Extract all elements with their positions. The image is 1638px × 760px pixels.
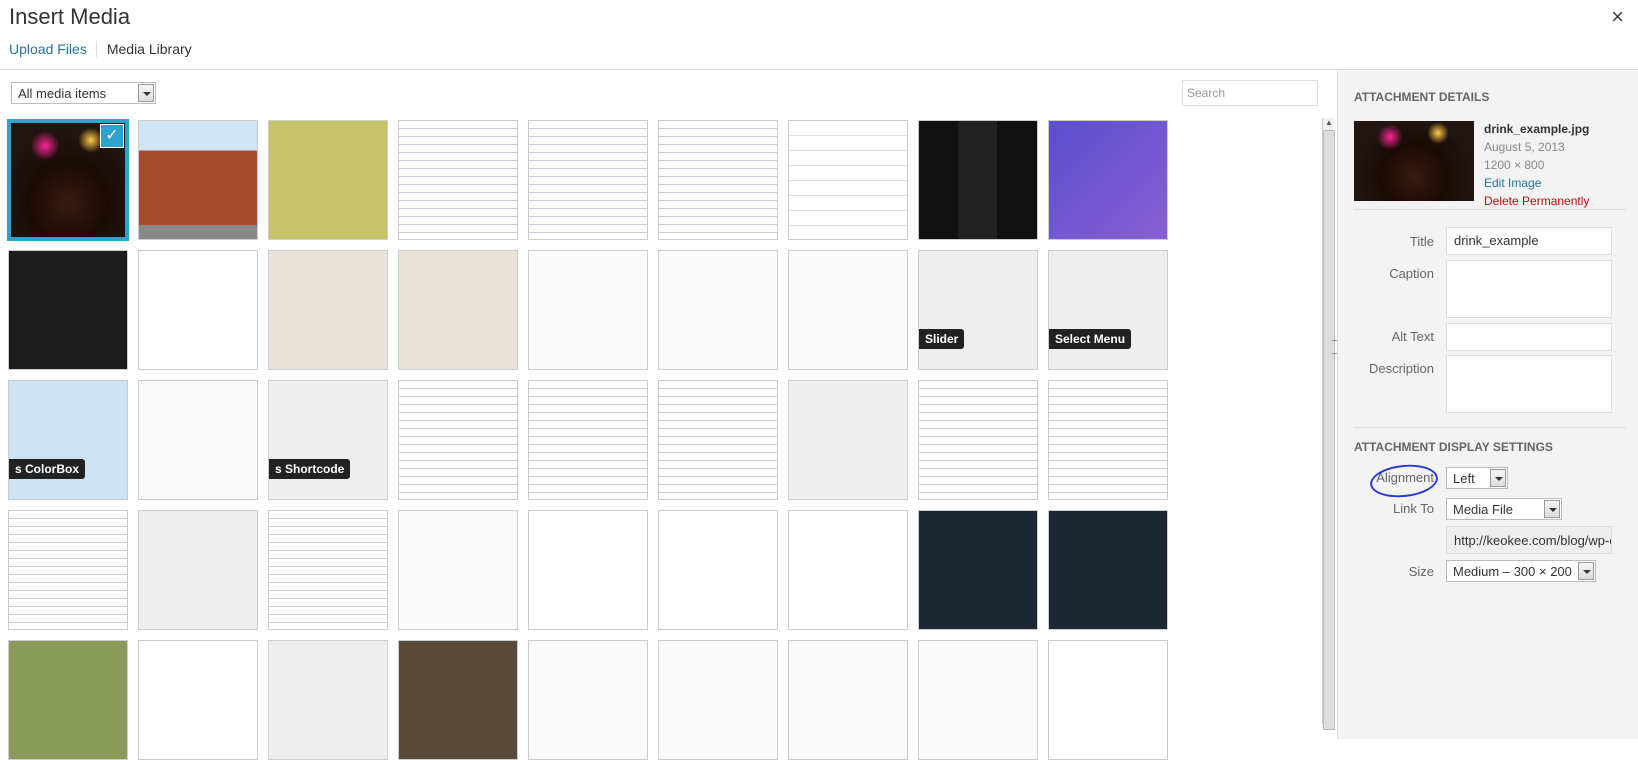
scroll-up-icon[interactable]: ▲ bbox=[1323, 118, 1335, 130]
attachment-thumbnail[interactable] bbox=[1048, 510, 1168, 630]
attachment-thumbnail[interactable] bbox=[918, 380, 1038, 500]
divider bbox=[1354, 209, 1626, 210]
attachment-thumbnail[interactable] bbox=[658, 120, 778, 240]
attachment-thumbnail[interactable] bbox=[398, 250, 518, 370]
attachment-thumbnail[interactable] bbox=[788, 120, 908, 240]
upload-date: August 5, 2013 bbox=[1484, 140, 1565, 154]
close-icon[interactable]: × bbox=[1611, 4, 1624, 30]
attachment-thumbnail[interactable] bbox=[1048, 640, 1168, 760]
divider bbox=[1354, 427, 1626, 428]
attachment-thumbnail[interactable] bbox=[918, 510, 1038, 630]
attachment-details-heading: ATTACHMENT DETAILS bbox=[1354, 90, 1490, 104]
attachment-thumbnail[interactable] bbox=[398, 120, 518, 240]
attachment-thumbnail[interactable] bbox=[528, 510, 648, 630]
attachment-thumbnail[interactable] bbox=[268, 120, 388, 240]
scrollbar[interactable]: ▲ bbox=[1322, 118, 1335, 730]
thumbnail-caption: s Shortcode bbox=[269, 459, 351, 479]
size-select[interactable]: Medium – 300 × 200 bbox=[1446, 560, 1596, 582]
attachment-thumbnail[interactable] bbox=[398, 380, 518, 500]
annotation-circle bbox=[1368, 461, 1440, 501]
attachment-thumbnail[interactable] bbox=[528, 380, 648, 500]
attachment-thumbnail[interactable] bbox=[788, 510, 908, 630]
media-filter-value: All media items bbox=[18, 86, 107, 101]
media-router: Upload Files Media Library bbox=[9, 41, 192, 57]
attachment-thumbnail[interactable]: Slider bbox=[918, 250, 1038, 370]
attachment-thumbnail[interactable] bbox=[138, 250, 258, 370]
title-field[interactable]: drink_example bbox=[1446, 227, 1612, 255]
attachment-thumbnail[interactable] bbox=[788, 380, 908, 500]
attachment-thumbnail[interactable] bbox=[268, 250, 388, 370]
link-to-label: Link To bbox=[1393, 501, 1434, 516]
thumbnail-caption: Slider bbox=[919, 329, 965, 349]
attachment-thumbnail[interactable] bbox=[138, 380, 258, 500]
attachment-thumbnail[interactable] bbox=[8, 250, 128, 370]
attachment-sidebar: ATTACHMENT DETAILS drink_example.jpg Aug… bbox=[1337, 70, 1638, 739]
attachment-thumbnail[interactable] bbox=[138, 120, 258, 240]
attachment-thumbnail[interactable] bbox=[528, 120, 648, 240]
tab-media-library[interactable]: Media Library bbox=[97, 41, 192, 57]
attachment-thumbnail[interactable]: s Shortcode bbox=[268, 380, 388, 500]
scroll-thumb[interactable] bbox=[1323, 130, 1335, 730]
size-label: Size bbox=[1408, 564, 1434, 579]
alignment-select[interactable]: Left bbox=[1446, 467, 1508, 489]
attachment-thumbnail[interactable] bbox=[918, 120, 1038, 240]
attachment-thumbnail[interactable] bbox=[8, 640, 128, 760]
link-to-value: Media File bbox=[1453, 502, 1513, 517]
link-to-select[interactable]: Media File bbox=[1446, 498, 1562, 520]
caption-field[interactable] bbox=[1446, 260, 1612, 318]
media-library-frame: All media items Search ✓ Slider Select Men… bbox=[0, 70, 1338, 760]
attachment-thumbnail[interactable] bbox=[1048, 380, 1168, 500]
tab-upload-files[interactable]: Upload Files bbox=[9, 41, 97, 57]
attachment-thumbnail[interactable] bbox=[788, 250, 908, 370]
media-filter-select[interactable]: All media items bbox=[11, 82, 156, 104]
attachment-thumbnail[interactable] bbox=[138, 510, 258, 630]
alt-text-label: Alt Text bbox=[1391, 329, 1434, 344]
search-input[interactable]: Search bbox=[1182, 80, 1318, 106]
page-title: Insert Media bbox=[9, 4, 131, 29]
display-settings-heading: ATTACHMENT DISPLAY SETTINGS bbox=[1354, 440, 1553, 454]
alignment-value: Left bbox=[1453, 471, 1475, 486]
thumbnail-caption: s ColorBox bbox=[9, 459, 86, 479]
attachment-thumbnail[interactable]: s ColorBox bbox=[8, 380, 128, 500]
attachment-thumbnail[interactable] bbox=[658, 510, 778, 630]
attachment-preview bbox=[1354, 121, 1474, 201]
attachment-info: drink_example.jpg August 5, 2013 1200 × … bbox=[1484, 120, 1589, 210]
attachment-thumbnail[interactable] bbox=[918, 640, 1038, 760]
attachment-thumbnail[interactable] bbox=[268, 510, 388, 630]
attachment-thumbnail[interactable] bbox=[268, 640, 388, 760]
attachment-thumbnail[interactable] bbox=[398, 640, 518, 760]
attachment-thumbnail[interactable] bbox=[658, 380, 778, 500]
attachment-thumbnail[interactable]: Select Menu bbox=[1048, 250, 1168, 370]
attachment-thumbnail[interactable] bbox=[1048, 120, 1168, 240]
delete-permanently-link[interactable]: Delete Permanently bbox=[1484, 192, 1589, 210]
attachment-thumbnail[interactable] bbox=[528, 250, 648, 370]
title-label: Title bbox=[1409, 234, 1434, 249]
attachment-thumbnail[interactable]: ✓ bbox=[7, 119, 129, 241]
link-url-field[interactable]: http://keokee.com/blog/wp-co bbox=[1446, 526, 1612, 554]
description-field[interactable] bbox=[1446, 355, 1612, 413]
caption-label: Caption bbox=[1389, 266, 1434, 281]
modal-header: Insert Media × Upload Files Media Librar… bbox=[0, 0, 1638, 70]
alt-text-field[interactable] bbox=[1446, 323, 1612, 351]
size-value: Medium – 300 × 200 bbox=[1453, 564, 1572, 579]
chevron-down-icon bbox=[1490, 469, 1506, 487]
thumbnail-caption: Select Menu bbox=[1049, 329, 1132, 349]
chevron-down-icon bbox=[1578, 562, 1594, 580]
filename: drink_example.jpg bbox=[1484, 122, 1590, 136]
attachment-thumbnail[interactable] bbox=[138, 640, 258, 760]
chevron-down-icon bbox=[1544, 500, 1560, 518]
attachment-thumbnail[interactable] bbox=[8, 510, 128, 630]
chevron-down-icon bbox=[138, 84, 154, 102]
attachment-thumbnail[interactable] bbox=[658, 640, 778, 760]
attachment-thumbnail[interactable] bbox=[658, 250, 778, 370]
image-dimensions: 1200 × 800 bbox=[1484, 158, 1545, 172]
checkmark-icon[interactable]: ✓ bbox=[100, 124, 124, 148]
edit-image-link[interactable]: Edit Image bbox=[1484, 174, 1589, 192]
attachment-thumbnail[interactable] bbox=[528, 640, 648, 760]
attachment-thumbnail[interactable] bbox=[398, 510, 518, 630]
description-label: Description bbox=[1368, 361, 1434, 376]
attachment-thumbnail[interactable] bbox=[788, 640, 908, 760]
